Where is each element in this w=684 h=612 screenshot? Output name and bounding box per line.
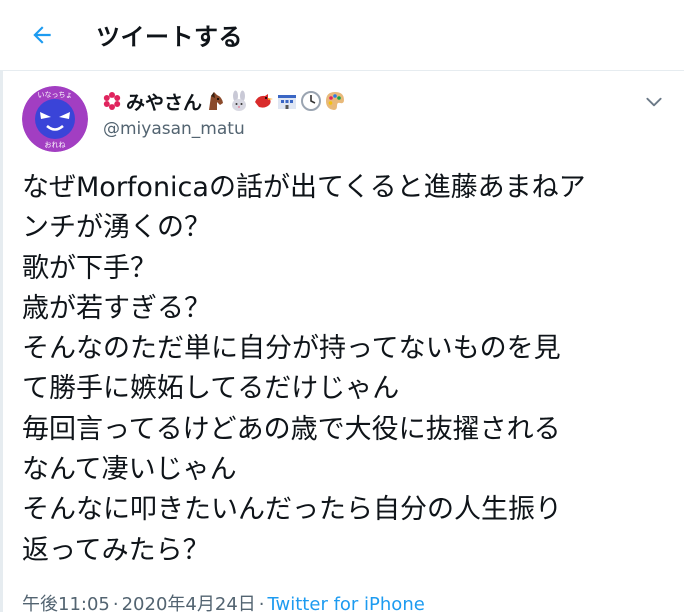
avatar-text-bottom: おれね [45, 141, 66, 149]
page-title: ツイートする [96, 23, 243, 51]
tweet-line: 歌が下手？ [22, 252, 157, 284]
author-name-row[interactable]: みやさん [102, 88, 348, 114]
more-options-button[interactable] [640, 88, 668, 116]
top-bar: ツイートする [0, 0, 684, 70]
tweet-line: 歳が若すぎる？ [22, 292, 211, 324]
tweet-line: なんて凄いじゃん [22, 454, 237, 486]
tweet-metadata: 午後11:05 · 2020年4月24日 · Twitter for iPhone [22, 590, 425, 612]
flower-icon [103, 92, 121, 110]
tweet-line: ンチが湧くの？ [22, 212, 211, 244]
back-button[interactable] [20, 16, 64, 54]
left-border [0, 70, 3, 612]
clock-icon [301, 91, 322, 111]
chevron-down-icon [646, 97, 662, 107]
name-emoji-row [204, 90, 348, 112]
tweet-line: なぜMorfonicaの話が出てくると進藤あまねア [22, 172, 586, 203]
station-building-icon [278, 95, 297, 109]
display-name: みやさん [126, 91, 203, 114]
tweet-line: 返ってみたら？ [22, 534, 210, 566]
meta-separator: · [258, 594, 265, 612]
tweet-line: そんなのただ単に自分が持ってないものを見 [22, 333, 561, 365]
red-bird-icon [255, 94, 274, 108]
tweet-text: なぜMorfonicaの話が出てくると進藤あまねア ンチが湧くの？ 歌が下手？ … [22, 168, 672, 571]
avatar[interactable]: いなっちょ おれね [22, 86, 88, 152]
rabbit-face-icon [232, 90, 247, 111]
tweet-line: そんなに叩きたいんだったら自分の人生振り [22, 494, 562, 526]
artist-palette-icon [326, 92, 345, 110]
back-arrow-icon [33, 26, 51, 44]
meta-separator: · [112, 594, 119, 612]
tweet-line: て勝手に嫉妬してるだけじゃん [22, 373, 400, 405]
avatar-text-top: いなっちょ [38, 91, 73, 99]
author-handle[interactable]: @miyasan_matu [103, 119, 245, 139]
tweet-date[interactable]: 2020年4月24日 [122, 594, 256, 612]
tweet-line: 毎回言ってるけどあの歳で大役に抜擢される [22, 413, 561, 445]
header-divider [0, 70, 684, 71]
avatar-image: いなっちょ おれね [22, 86, 88, 152]
horse-face-icon [209, 92, 224, 110]
tweet-time[interactable]: 午後11:05 [22, 594, 110, 612]
tweet-source-link[interactable]: Twitter for iPhone [268, 594, 425, 612]
